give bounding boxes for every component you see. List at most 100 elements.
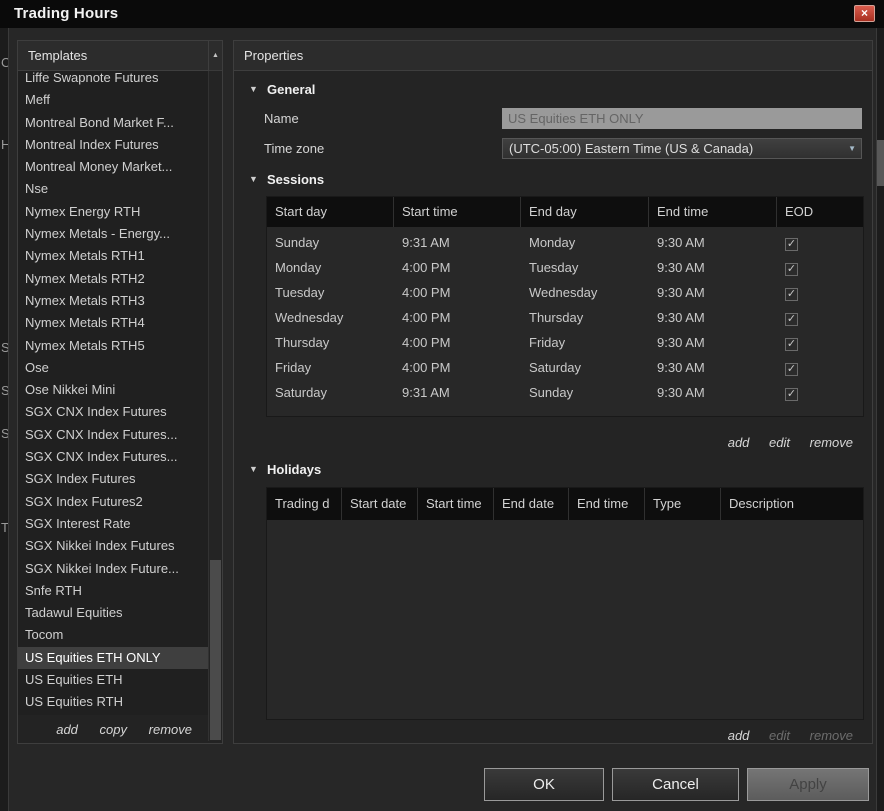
- templates-list: Liffe Swapnote Futures Meff Montreal Bond …: [18, 71, 208, 715]
- template-item[interactable]: Nymex Energy RTH: [18, 201, 208, 223]
- template-item[interactable]: Nymex Metals RTH3: [18, 290, 208, 312]
- template-item[interactable]: SGX CNX Index Futures...: [18, 446, 208, 468]
- holidays-column-header[interactable]: Trading d: [267, 488, 342, 520]
- template-item[interactable]: Nymex Metals RTH5: [18, 335, 208, 357]
- sessions-column-header[interactable]: EOD: [777, 197, 863, 227]
- template-item[interactable]: Tocom: [18, 624, 208, 646]
- sessions-column-header[interactable]: Start time: [394, 197, 521, 227]
- template-item-selected[interactable]: US Equities ETH ONLY: [18, 646, 208, 670]
- session-cell: 9:31 AM: [402, 385, 450, 400]
- collapse-icon[interactable]: ▼: [249, 464, 267, 474]
- template-item[interactable]: US Equities RTH: [18, 691, 208, 713]
- sessions-header-row: Start day Start time End day End time EOD: [267, 197, 863, 227]
- eod-checkbox[interactable]: ✓: [785, 388, 798, 401]
- templates-panel-title: Templates: [28, 48, 88, 63]
- templates-panel-header: Templates ▲ ▼: [18, 41, 222, 100]
- eod-checkbox[interactable]: ✓: [785, 263, 798, 276]
- ok-button[interactable]: OK: [484, 768, 604, 801]
- name-input[interactable]: [502, 108, 862, 129]
- sessions-links: add edit remove: [244, 434, 862, 451]
- templates-scrollbar[interactable]: [208, 71, 222, 741]
- template-item[interactable]: Meff: [18, 89, 208, 111]
- sessions-column-header[interactable]: Start day: [267, 197, 394, 227]
- holidays-column-header[interactable]: Type: [645, 488, 721, 520]
- eod-checkbox[interactable]: ✓: [785, 363, 798, 376]
- name-row: Name: [244, 108, 862, 129]
- template-item[interactable]: SGX CNX Index Futures...: [18, 424, 208, 446]
- session-row[interactable]: Sunday 9:31 AM Monday 9:30 AM ✓: [267, 230, 863, 255]
- template-item[interactable]: Nse: [18, 178, 208, 200]
- session-remove-link[interactable]: remove: [810, 435, 853, 450]
- apply-button[interactable]: Apply: [747, 768, 869, 801]
- session-row[interactable]: Tuesday 4:00 PM Wednesday 9:30 AM ✓: [267, 280, 863, 305]
- holidays-section-header: ▼ Holidays: [244, 459, 862, 479]
- background-text-fragment: H: [1, 137, 8, 152]
- session-row[interactable]: Saturday 9:31 AM Sunday 9:30 AM ✓: [267, 380, 863, 405]
- template-item[interactable]: SGX CNX Index Futures: [18, 401, 208, 423]
- template-item[interactable]: Nymex Metals RTH2: [18, 268, 208, 290]
- template-remove-link[interactable]: remove: [149, 722, 192, 737]
- templates-scrollbar-thumb[interactable]: [210, 560, 221, 740]
- session-cell: Monday: [529, 235, 576, 250]
- session-row[interactable]: Thursday 4:00 PM Friday 9:30 AM ✓: [267, 330, 863, 355]
- template-item[interactable]: Ose: [18, 357, 208, 379]
- session-add-link[interactable]: add: [728, 435, 750, 450]
- session-cell: 4:00 PM: [402, 360, 451, 375]
- template-item[interactable]: Snfe RTH: [18, 580, 208, 602]
- template-item[interactable]: Tadawul Equities: [18, 602, 208, 624]
- holiday-add-link[interactable]: add: [728, 728, 750, 743]
- session-eod-cell: ✓: [777, 230, 863, 255]
- sessions-column-header[interactable]: End day: [521, 197, 649, 227]
- session-eod-cell: ✓: [777, 355, 863, 380]
- template-item[interactable]: US Equities ETH: [18, 669, 208, 691]
- template-item[interactable]: SGX Index Futures2: [18, 491, 208, 513]
- template-item[interactable]: Montreal Money Market...: [18, 156, 208, 178]
- template-item[interactable]: Liffe Swapnote Futures: [18, 71, 208, 89]
- template-item[interactable]: SGX Interest Rate: [18, 513, 208, 535]
- template-copy-link[interactable]: copy: [100, 722, 127, 737]
- template-item[interactable]: Nymex Metals RTH1: [18, 245, 208, 267]
- session-row[interactable]: Monday 4:00 PM Tuesday 9:30 AM ✓: [267, 255, 863, 280]
- session-row[interactable]: Friday 4:00 PM Saturday 9:30 AM ✓: [267, 355, 863, 380]
- timezone-select[interactable]: (UTC-05:00) Eastern Time (US & Canada) ▼: [502, 138, 862, 159]
- close-icon[interactable]: ×: [854, 5, 875, 22]
- template-item[interactable]: Ose Nikkei Mini: [18, 379, 208, 401]
- template-item[interactable]: Nymex Metals - Energy...: [18, 223, 208, 245]
- eod-checkbox[interactable]: ✓: [785, 238, 798, 251]
- session-cell: 9:31 AM: [402, 235, 450, 250]
- template-item[interactable]: Nymex Metals RTH4: [18, 312, 208, 334]
- holidays-column-header[interactable]: Description: [721, 488, 863, 520]
- template-item[interactable]: Montreal Bond Market F...: [18, 112, 208, 134]
- template-item[interactable]: SGX Nikkei Index Futures: [18, 535, 208, 557]
- properties-panel-header: Properties: [234, 41, 872, 71]
- session-row[interactable]: Wednesday 4:00 PM Thursday 9:30 AM ✓: [267, 305, 863, 330]
- templates-panel: Templates ▲ ▼ Liffe Swapnote FuturesMeff…: [17, 40, 223, 744]
- window-titlebar[interactable]: Trading Hours ×: [0, 0, 884, 28]
- holiday-remove-link[interactable]: remove: [810, 728, 853, 743]
- session-cell: Wednesday: [275, 310, 344, 325]
- collapse-icon[interactable]: ▼: [249, 174, 267, 184]
- properties-panel-title: Properties: [244, 48, 304, 63]
- holidays-column-header[interactable]: Start time: [418, 488, 494, 520]
- session-eod-cell: ✓: [777, 330, 863, 355]
- template-item[interactable]: Montreal Index Futures: [18, 134, 208, 156]
- template-item[interactable]: SGX Nikkei Index Future...: [18, 558, 208, 580]
- holidays-header-row: Trading d Start date Start time End date End…: [267, 488, 863, 520]
- background-text-fragment: S: [1, 383, 8, 398]
- session-edit-link[interactable]: edit: [769, 435, 790, 450]
- holidays-column-header[interactable]: End date: [494, 488, 569, 520]
- eod-checkbox[interactable]: ✓: [785, 313, 798, 326]
- eod-checkbox[interactable]: ✓: [785, 338, 798, 351]
- holiday-edit-link[interactable]: edit: [769, 728, 790, 743]
- holidays-column-header[interactable]: Start date: [342, 488, 418, 520]
- template-add-link[interactable]: add: [56, 722, 78, 737]
- background-text-fragment: C: [1, 55, 8, 70]
- sessions-column-header[interactable]: End time: [649, 197, 777, 227]
- collapse-icon[interactable]: ▼: [249, 84, 267, 94]
- dialog-body: Templates ▲ ▼ Liffe Swapnote FuturesMeff…: [8, 28, 877, 811]
- eod-checkbox[interactable]: ✓: [785, 288, 798, 301]
- holidays-column-header[interactable]: End time: [569, 488, 645, 520]
- scroll-up-icon[interactable]: ▲: [209, 41, 222, 70]
- template-item[interactable]: SGX Index Futures: [18, 468, 208, 490]
- cancel-button[interactable]: Cancel: [612, 768, 739, 801]
